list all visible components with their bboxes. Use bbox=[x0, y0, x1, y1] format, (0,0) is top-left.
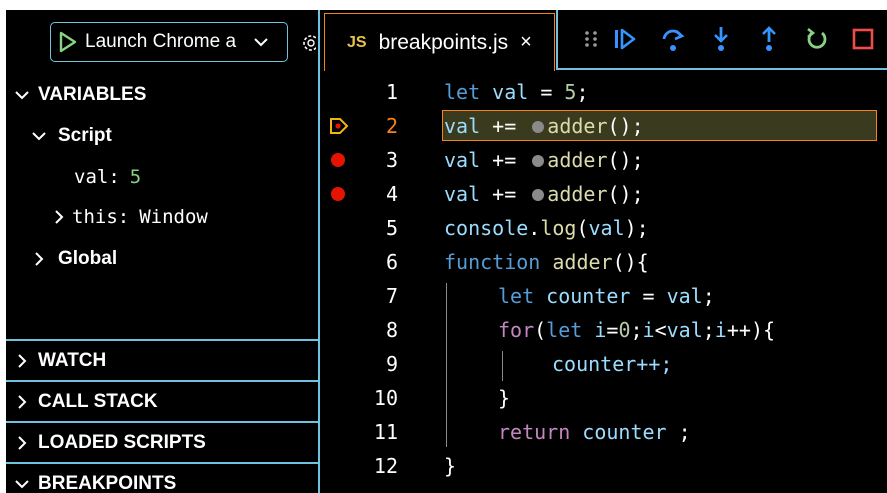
code-line: 4 val += adder(); bbox=[320, 177, 887, 211]
breakpoint-icon[interactable] bbox=[331, 187, 345, 201]
section-divider bbox=[6, 462, 318, 464]
launch-config-label: Launch Chrome a bbox=[85, 31, 237, 52]
line-number: 1 bbox=[385, 80, 398, 104]
code-line: 10 } bbox=[320, 381, 887, 415]
section-divider bbox=[6, 380, 318, 382]
code-line: 5 console.log(val); bbox=[320, 211, 887, 245]
variable-this-name: this: bbox=[72, 206, 130, 228]
debug-toolbar bbox=[556, 10, 887, 70]
code-text: counter++; bbox=[552, 352, 673, 376]
line-number: 3 bbox=[385, 148, 398, 172]
section-loaded-scripts-label: LOADED SCRIPTS bbox=[38, 432, 206, 453]
code-line: 1 let val = 5; bbox=[320, 75, 887, 109]
javascript-file-icon: JS bbox=[347, 33, 367, 51]
step-over-icon[interactable] bbox=[658, 24, 688, 54]
line-number: 10 bbox=[373, 386, 398, 410]
continue-icon[interactable] bbox=[610, 24, 640, 54]
line-number: 12 bbox=[373, 454, 398, 478]
code-text: console.log(val); bbox=[444, 216, 649, 240]
section-variables-label: VARIABLES bbox=[38, 84, 147, 105]
indent-guide bbox=[446, 283, 447, 447]
code-line: 11 return counter ; bbox=[320, 415, 887, 449]
code-text: } bbox=[498, 386, 511, 410]
tree-item-script[interactable]: Script bbox=[26, 119, 112, 153]
chevron-right-icon bbox=[6, 344, 38, 378]
chevron-right-icon bbox=[26, 242, 52, 276]
breakpoint-icon[interactable] bbox=[331, 153, 345, 167]
code-text: val += adder(); bbox=[444, 148, 644, 172]
stop-icon[interactable] bbox=[848, 24, 878, 54]
section-divider bbox=[6, 339, 318, 341]
tree-item-script-label: Script bbox=[58, 125, 112, 146]
line-number: 4 bbox=[385, 182, 398, 206]
indent-guide bbox=[502, 351, 503, 381]
variable-this[interactable]: this: Window bbox=[46, 200, 208, 234]
variable-val-name: val: bbox=[74, 166, 120, 188]
chevron-right-icon bbox=[6, 385, 38, 419]
section-variables[interactable]: VARIABLES bbox=[6, 78, 318, 112]
section-call-stack[interactable]: CALL STACK bbox=[6, 385, 318, 419]
line-number: 6 bbox=[385, 250, 398, 274]
line-number: 11 bbox=[373, 420, 398, 444]
vscode-debug-window: Launch Chrome a VARIABLES Script val: 5 bbox=[6, 10, 887, 493]
inline-breakpoint-icon[interactable] bbox=[532, 120, 545, 133]
code-editor[interactable]: 1 let val = 5; 2 val += adder(); 3 val +… bbox=[320, 71, 887, 493]
code-line: 6 function adder(){ bbox=[320, 245, 887, 279]
drag-handle-icon[interactable] bbox=[576, 24, 606, 54]
code-line: 12 } bbox=[320, 449, 887, 483]
section-call-stack-label: CALL STACK bbox=[38, 391, 158, 412]
tab-label: breakpoints.js bbox=[378, 30, 509, 54]
code-text: val += adder(); bbox=[444, 182, 644, 206]
close-icon[interactable]: × bbox=[520, 31, 532, 54]
line-number: 9 bbox=[385, 352, 398, 376]
section-watch[interactable]: WATCH bbox=[6, 344, 318, 378]
inline-breakpoint-icon[interactable] bbox=[532, 188, 545, 201]
launch-config-select[interactable]: Launch Chrome a bbox=[50, 22, 288, 62]
chevron-down-icon bbox=[26, 119, 52, 153]
line-number: 8 bbox=[385, 318, 398, 342]
current-execution-arrow-icon[interactable] bbox=[329, 116, 349, 141]
step-into-icon[interactable] bbox=[706, 24, 736, 54]
inline-breakpoint-icon[interactable] bbox=[532, 154, 545, 167]
section-breakpoints-label: BREAKPOINTS bbox=[38, 473, 177, 493]
code-text: function adder(){ bbox=[444, 250, 649, 274]
debug-sidebar: Launch Chrome a VARIABLES Script val: 5 bbox=[6, 10, 319, 493]
code-text: return counter ; bbox=[498, 420, 691, 444]
line-number: 2 bbox=[385, 114, 398, 138]
code-line: 9 counter++; bbox=[320, 347, 887, 381]
section-divider bbox=[6, 421, 318, 423]
start-debugging-icon[interactable] bbox=[51, 23, 85, 61]
step-out-icon[interactable] bbox=[754, 24, 784, 54]
code-text: val += adder(); bbox=[444, 114, 644, 138]
restart-icon[interactable] bbox=[802, 24, 832, 54]
section-watch-label: WATCH bbox=[38, 350, 107, 371]
chevron-down-icon bbox=[6, 78, 38, 112]
section-loaded-scripts[interactable]: LOADED SCRIPTS bbox=[6, 426, 318, 460]
variable-val-value: 5 bbox=[129, 166, 142, 188]
code-line: 8 for(let i=0;i<val;i++){ bbox=[320, 313, 887, 347]
line-number: 7 bbox=[385, 284, 398, 308]
variable-val[interactable]: val: 5 bbox=[74, 160, 141, 194]
code-line: 3 val += adder(); bbox=[320, 143, 887, 177]
code-text: let val = 5; bbox=[444, 80, 589, 104]
variable-this-value: Window bbox=[139, 206, 208, 228]
code-text: let counter = val; bbox=[498, 284, 715, 308]
code-text: } bbox=[444, 454, 457, 478]
code-text: for(let i=0;i<val;i++){ bbox=[498, 318, 776, 342]
chevron-right-icon bbox=[46, 200, 72, 234]
tree-item-global[interactable]: Global bbox=[26, 242, 117, 276]
tab-breakpoints-js[interactable]: JS breakpoints.js × bbox=[324, 13, 555, 71]
code-line-current: 2 val += adder(); bbox=[320, 109, 887, 143]
chevron-down-icon bbox=[248, 23, 274, 61]
chevron-down-icon bbox=[6, 467, 38, 493]
gear-icon[interactable] bbox=[300, 32, 319, 59]
tree-item-global-label: Global bbox=[58, 248, 118, 269]
line-number: 5 bbox=[385, 216, 398, 240]
chevron-right-icon bbox=[6, 426, 38, 460]
section-breakpoints[interactable]: BREAKPOINTS bbox=[6, 467, 318, 493]
code-line: 7 let counter = val; bbox=[320, 279, 887, 313]
